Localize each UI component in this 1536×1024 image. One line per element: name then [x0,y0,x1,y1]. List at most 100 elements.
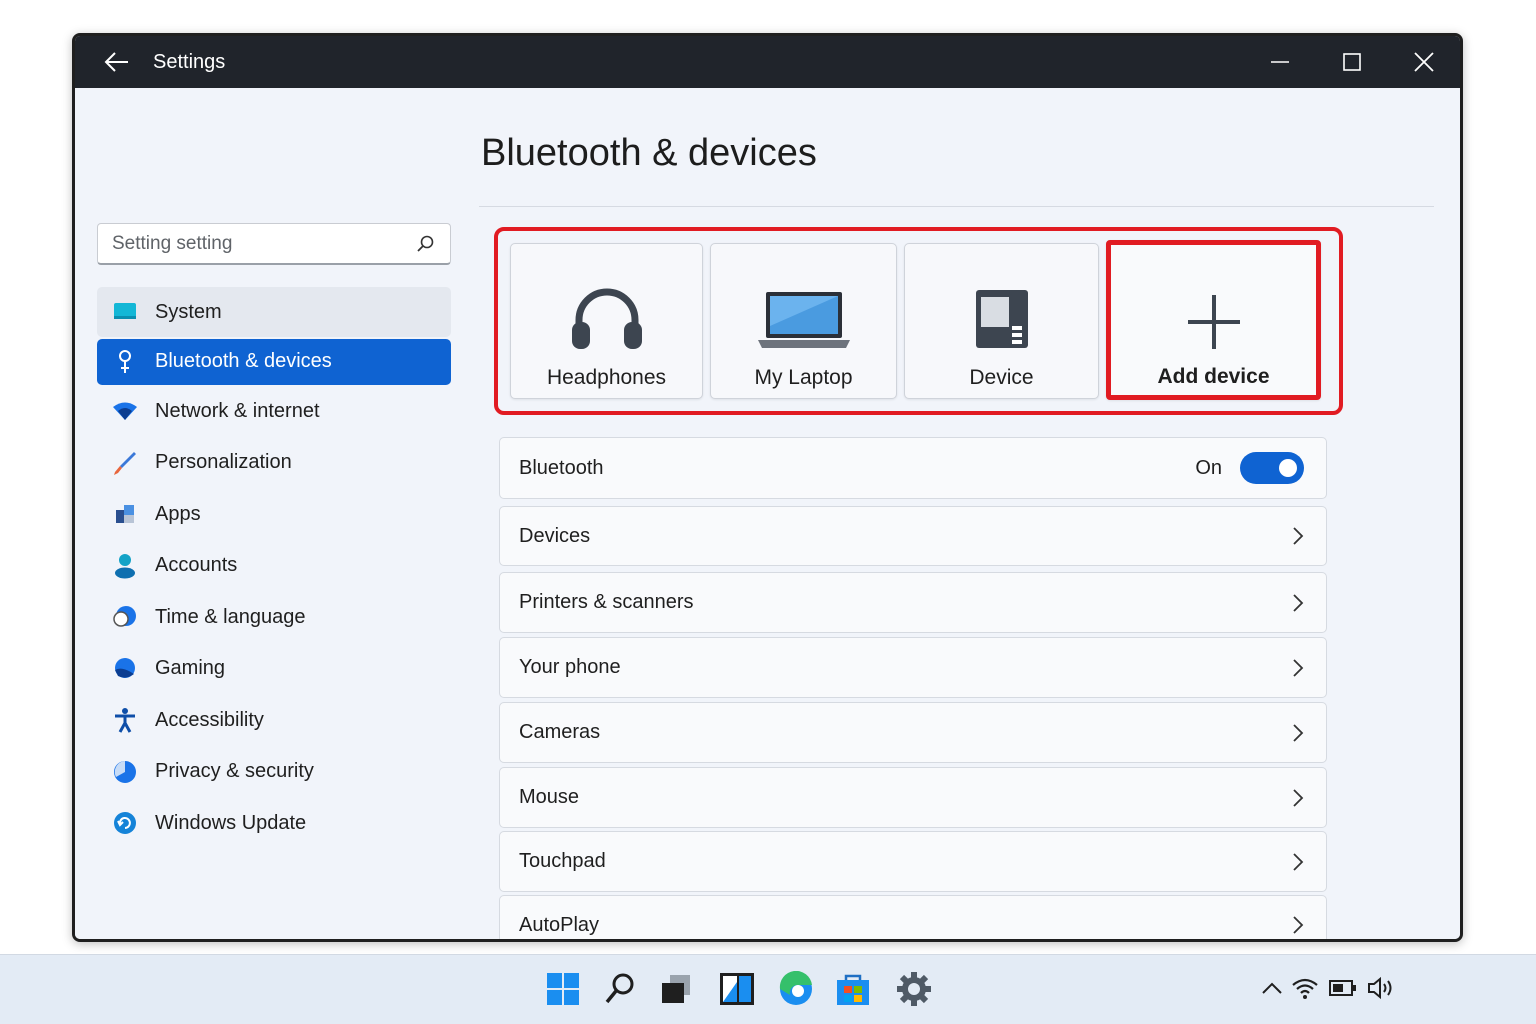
chevron-right-icon [1293,723,1304,742]
bluetooth-toggle-group: On [1195,452,1304,484]
show-hidden-icons-button[interactable] [1257,973,1287,1003]
title-divider [479,206,1434,207]
settings-window: Settings Setting setting System Bluetoot… [72,33,1463,942]
toggle-knob [1279,459,1297,477]
plus-icon [1186,271,1242,351]
battery-icon [1329,980,1356,996]
sidebar-item-privacy-security[interactable]: Privacy & security [97,747,451,797]
shield-icon [111,758,139,786]
edge-button[interactable] [776,967,816,1011]
device-tile-label: Device [969,366,1034,389]
sidebar-item-accessibility[interactable]: Accessibility [97,695,451,745]
monitor-icon [111,298,139,326]
battery-tray-button[interactable] [1328,973,1358,1003]
store-button[interactable] [833,967,873,1011]
taskbar-search-button[interactable] [600,967,640,1011]
start-icon [547,973,579,1005]
sidebar-item-windows-update[interactable]: Windows Update [97,798,451,848]
add-device-label: Add device [1157,365,1270,388]
row-cameras[interactable]: Cameras [499,702,1327,763]
row-label: Devices [519,524,591,547]
sidebar-item-system[interactable]: System [97,287,451,337]
network-tray-button[interactable] [1290,973,1320,1003]
volume-tray-button[interactable] [1366,973,1396,1003]
add-device-button[interactable]: Add device [1106,240,1321,400]
sidebar-item-time-language[interactable]: Time & language [97,592,451,642]
search-input[interactable] [112,232,416,255]
bluetooth-icon [111,348,139,376]
device-tile-device[interactable]: Device [904,243,1099,399]
settings-taskbar-button[interactable] [894,967,934,1011]
device-icon [974,270,1030,350]
chevron-right-icon [1293,916,1304,934]
row-mouse[interactable]: Mouse [499,767,1327,828]
maximize-button[interactable] [1316,36,1388,88]
apps-icon [111,500,139,528]
maximize-icon [1343,53,1361,71]
wifi-icon [1292,978,1318,999]
page-title: Bluetooth & devices [481,132,817,174]
sidebar-item-apps[interactable]: Apps [97,489,451,539]
sidebar-item-accounts[interactable]: Accounts [97,541,451,591]
row-label: Printers & scanners [519,591,694,613]
chevron-right-icon [1293,527,1304,545]
sidebar-item-label: Personalization [155,451,292,473]
chevron-right-icon [1293,593,1304,612]
sidebar-item-label: Windows Update [155,811,307,834]
device-tile-my-laptop[interactable]: My Laptop [710,243,897,399]
store-icon [837,974,869,1005]
brush-icon [111,449,139,477]
back-arrow-icon [104,52,128,72]
row-label: Touchpad [519,850,606,872]
back-button[interactable] [87,36,147,88]
gaming-icon [111,655,139,683]
row-touchpad[interactable]: Touchpad [499,831,1327,892]
sidebar-item-label: Privacy & security [155,760,314,782]
search-box[interactable] [97,223,451,265]
accessibility-icon [111,706,139,734]
bluetooth-toggle[interactable] [1240,452,1304,484]
sidebar-item-gaming[interactable]: Gaming [97,644,451,694]
window-controls [1244,36,1460,88]
sidebar-item-personalization[interactable]: Personalization [97,438,451,488]
row-your-phone[interactable]: Your phone [499,637,1327,698]
search-icon [605,973,634,1004]
row-autoplay[interactable]: AutoPlay [499,895,1327,939]
search-icon [417,235,434,252]
device-tile-headphones[interactable]: Headphones [510,243,703,399]
person-icon [111,552,139,580]
update-icon [111,809,139,837]
bluetooth-row: Bluetooth On [499,437,1327,499]
settings-list: Bluetooth On Devices Printers & scanners… [499,437,1327,939]
volume-icon [1368,976,1392,1000]
chevron-right-icon [1293,658,1304,677]
settings-content: System Bluetooth & devices Network & int… [75,88,1460,939]
sidebar-item-label: Accessibility [155,708,264,731]
close-button[interactable] [1388,36,1460,88]
close-icon [1414,52,1434,72]
device-tile-label: My Laptop [754,366,853,389]
taskbar [0,954,1536,1024]
sidebar-item-bluetooth-devices[interactable]: Bluetooth & devices [97,338,451,385]
chevron-right-icon [1293,852,1304,871]
row-printers-scanners[interactable]: Printers & scanners [499,572,1327,633]
task-view-icon [662,975,690,1003]
sidebar-item-label: Apps [155,502,201,525]
headphones-icon [569,270,645,350]
bluetooth-row-label: Bluetooth [519,456,604,479]
minimize-icon [1271,61,1289,63]
laptop-icon [756,270,852,350]
row-devices[interactable]: Devices [499,506,1327,566]
minimize-button[interactable] [1244,36,1316,88]
widgets-button[interactable] [717,967,757,1011]
task-view-button[interactable] [656,967,696,1011]
bluetooth-state-label: On [1195,456,1222,479]
window-title: Settings [153,50,226,73]
row-label: Your phone [519,656,621,678]
widgets-icon [720,973,754,1005]
start-button[interactable] [543,967,583,1011]
sidebar-item-label: System [155,300,222,323]
row-label: Mouse [519,786,580,808]
sidebar-item-network[interactable]: Network & internet [97,386,451,436]
sidebar-nav: System Bluetooth & devices Network & int… [97,287,451,850]
